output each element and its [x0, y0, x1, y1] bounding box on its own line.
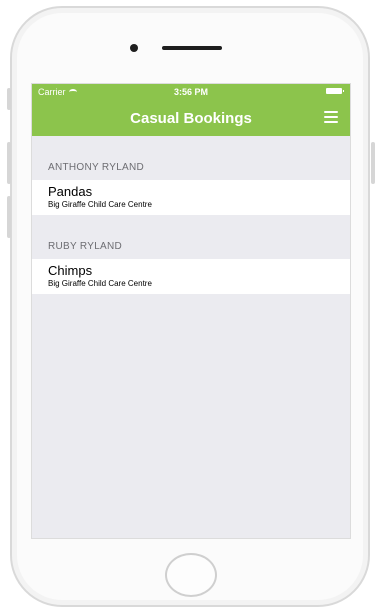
section-header-anthony-ryland: ANTHONY RYLAND [48, 162, 145, 173]
app-screen: Carrier 3:56 PM Casual Bookings ANTHONY … [31, 83, 351, 539]
list-item[interactable]: Pandas Big Giraffe Child Care Centre [32, 180, 350, 215]
earpiece-speaker [162, 46, 222, 50]
battery-icon [326, 88, 344, 94]
booking-centre-label: Big Giraffe Child Care Centre [48, 200, 152, 209]
status-bar: Carrier 3:56 PM [32, 84, 350, 100]
booking-room-label: Pandas [48, 184, 93, 199]
volume-up-button [7, 142, 11, 184]
list-item[interactable]: Chimps Big Giraffe Child Care Centre [32, 259, 350, 294]
section-header-ruby-ryland: RUBY RYLAND [48, 241, 123, 252]
status-time: 3:56 PM [173, 87, 208, 97]
mute-switch [7, 88, 11, 110]
hamburger-icon[interactable] [324, 111, 338, 123]
power-button [371, 142, 375, 184]
page-title: Casual Bookings [130, 110, 252, 127]
home-button[interactable] [165, 553, 217, 597]
volume-down-button [7, 196, 11, 238]
booking-room-label: Chimps [48, 263, 93, 278]
bookings-list: ANTHONY RYLAND Pandas Big Giraffe Child … [32, 136, 350, 294]
front-camera [130, 44, 138, 52]
booking-centre-label: Big Giraffe Child Care Centre [48, 279, 152, 288]
navigation-bar: Carrier 3:56 PM Casual Bookings [32, 84, 350, 136]
